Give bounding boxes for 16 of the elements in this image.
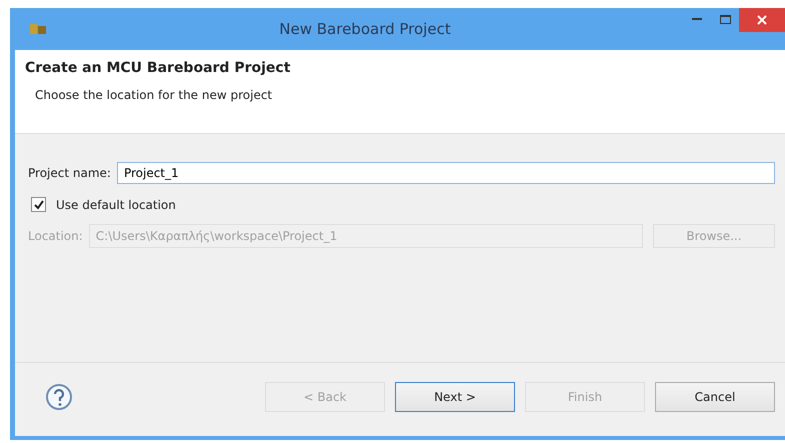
help-icon[interactable] (45, 382, 73, 410)
dialog-button[interactable]: Next > (395, 382, 515, 412)
app-icon (29, 22, 47, 36)
close-button[interactable] (739, 8, 785, 32)
checkbox[interactable] (31, 197, 46, 212)
field-label: Location: (28, 229, 83, 243)
minimize-icon (692, 18, 702, 20)
checkbox-label: Use default location (56, 198, 176, 212)
project-name-field[interactable]: Project_1 (116, 162, 775, 184)
maximize-icon (720, 14, 730, 24)
window-title: New Bareboard Project (278, 20, 452, 38)
field-label: Project name: (28, 166, 111, 180)
page-description: Choose the location for the new project (35, 88, 274, 102)
page-title: Create an MCU Bareboard Project (25, 60, 292, 76)
close-icon (757, 15, 767, 25)
dialog-button[interactable]: Cancel (655, 382, 775, 412)
